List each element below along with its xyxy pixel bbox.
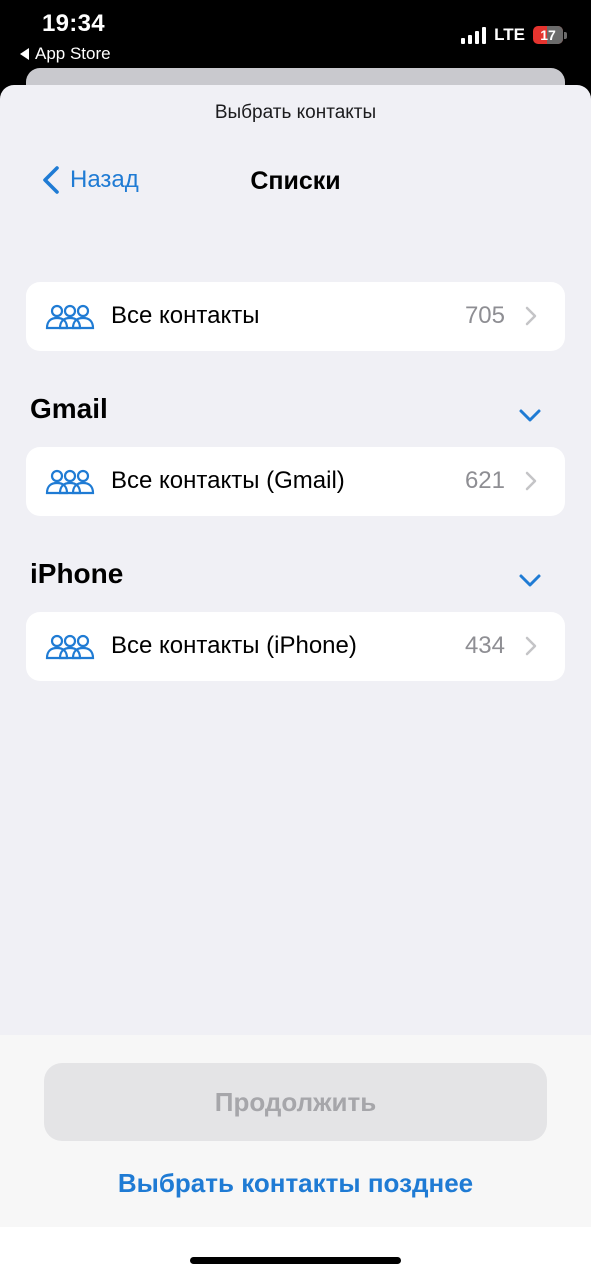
list-item-count: 434: [464, 632, 505, 659]
chevron-right-icon: [525, 471, 537, 491]
chevron-right-icon: [525, 306, 537, 326]
chevron-down-icon[interactable]: [518, 405, 542, 425]
back-triangle-icon: [20, 48, 29, 60]
section-header-gmail: Gmail: [30, 393, 108, 424]
back-app-label: App Store: [35, 44, 111, 63]
back-to-app-link[interactable]: App Store: [20, 44, 111, 64]
battery-icon: 17: [533, 26, 567, 44]
chevron-down-icon[interactable]: [518, 570, 542, 590]
contacts-sheet: Выбрать контакты Назад Списки Все контак…: [0, 85, 591, 1280]
status-bar: 19:34 App Store LTE 17: [0, 0, 591, 78]
chevron-right-icon: [525, 636, 537, 656]
status-indicators: LTE 17: [461, 25, 567, 45]
continue-button[interactable]: Продолжить: [44, 1063, 547, 1141]
home-indicator-area: [0, 1227, 591, 1280]
signal-icon: [461, 26, 487, 44]
list-item-gmail-contacts[interactable]: Все контакты (Gmail) 621: [26, 447, 565, 516]
home-indicator[interactable]: [190, 1257, 401, 1264]
network-label: LTE: [494, 25, 525, 44]
list-item-label: Все контакты (Gmail): [111, 467, 345, 494]
list-item-label: Все контакты (iPhone): [111, 632, 357, 659]
page-title: Списки: [250, 167, 341, 195]
battery-level: 17: [540, 27, 556, 43]
list-item-all-contacts[interactable]: Все контакты 705: [26, 282, 565, 351]
list-item-count: 621: [464, 467, 505, 494]
sheet-title: Выбрать контакты: [214, 102, 377, 123]
list-item-count: 705: [464, 302, 505, 329]
group-icon: [45, 304, 95, 330]
choose-later-link[interactable]: Выбрать контакты позднее: [0, 1168, 591, 1199]
group-icon: [45, 634, 95, 660]
status-time: 19:34: [42, 10, 105, 37]
list-item-iphone-contacts[interactable]: Все контакты (iPhone) 434: [26, 612, 565, 681]
list-item-label: Все контакты: [111, 302, 260, 329]
group-icon: [45, 469, 95, 495]
section-header-iphone: iPhone: [30, 558, 124, 589]
